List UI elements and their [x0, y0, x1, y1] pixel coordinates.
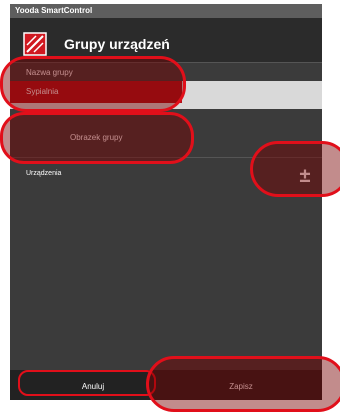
- cancel-button[interactable]: Anuluj: [24, 375, 162, 397]
- group-devices-icon: [23, 32, 47, 56]
- page-title: Grupy urządzeń: [64, 36, 170, 52]
- group-image-label: Obrazek grupy: [70, 133, 123, 142]
- status-bar: Yooda SmartControl: [10, 4, 322, 18]
- title-bar: Grupy urządzeń: [10, 18, 322, 62]
- group-name-value[interactable]: Sypialnia: [10, 81, 182, 103]
- save-button[interactable]: Zapisz: [166, 375, 316, 397]
- group-image-button[interactable]: Obrazek grupy: [10, 121, 322, 155]
- group-name-label: Nazwa grupy: [26, 68, 73, 77]
- app-screen: Yooda SmartControl Grupy urządzeń Nazwa …: [10, 4, 322, 400]
- devices-label: Urządzenia: [26, 170, 62, 177]
- app-name: Yooda SmartControl: [15, 6, 93, 15]
- add-device-button[interactable]: ±: [290, 160, 320, 192]
- divider: [10, 157, 322, 158]
- divider: [10, 62, 322, 63]
